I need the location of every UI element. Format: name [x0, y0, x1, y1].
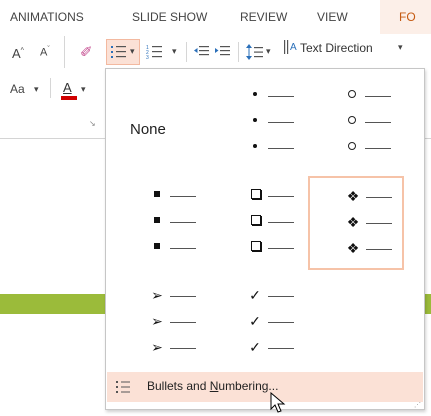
bullets-list-icon	[116, 381, 130, 393]
chevron-down-icon: ▾	[34, 84, 39, 94]
font-color-swatch	[61, 96, 77, 100]
bullets-and-numbering-menu-item[interactable]: Bullets and Numbering...	[107, 372, 423, 402]
chevron-down-icon: ▾	[130, 46, 135, 56]
star-bullet-icon: ❖	[346, 188, 360, 204]
text-line	[268, 96, 294, 97]
ribbon-separator	[64, 36, 65, 68]
font-color-button[interactable]: A ▾	[60, 78, 88, 102]
bullet-style-filled-square[interactable]	[116, 179, 208, 265]
change-case-label: Aa	[10, 82, 25, 96]
bullet-style-hollow-round[interactable]	[311, 81, 403, 167]
font-color-icon: A	[63, 80, 72, 95]
text-direction-label: Text Direction	[300, 41, 373, 55]
chevron-down-icon: ▾	[398, 42, 403, 52]
bullets-button[interactable]: ▾	[106, 39, 140, 65]
arrow-bullet-icon: ➢	[151, 339, 163, 355]
chevron-down-icon: ▾	[81, 84, 86, 94]
checkmark-bullet-icon: ✓	[249, 287, 261, 303]
hollow-square-bullet-icon	[251, 215, 261, 225]
text-line	[365, 122, 391, 123]
text-direction-button[interactable]: A Text Direction ▾	[283, 38, 423, 60]
text-line	[365, 148, 391, 149]
filled-round-bullet-icon	[253, 92, 257, 96]
mouse-pointer-icon	[270, 392, 286, 413]
font-dialog-launcher-icon[interactable]: ↘	[89, 119, 96, 128]
text-line	[366, 197, 392, 198]
bullet-style-hollow-square[interactable]	[214, 179, 306, 265]
bullet-style-star-selected[interactable]: ❖ ❖ ❖	[308, 176, 404, 270]
hollow-round-bullet-icon	[348, 90, 356, 98]
footer-label-suffix: umbering...	[218, 379, 279, 393]
bullet-style-filled-round[interactable]	[214, 81, 306, 167]
bullet-style-checkmark[interactable]: ✓ ✓ ✓	[214, 281, 306, 367]
line-spacing-icon[interactable]	[246, 44, 264, 60]
ribbon-separator	[238, 42, 239, 62]
text-line	[170, 196, 196, 197]
hollow-square-bullet-icon	[251, 189, 261, 199]
change-case-button[interactable]: Aa	[10, 82, 25, 96]
text-line	[268, 196, 294, 197]
tab-format[interactable]: FO	[399, 10, 416, 24]
checkmark-bullet-icon: ✓	[249, 339, 261, 355]
text-line	[268, 348, 294, 349]
text-line	[170, 222, 196, 223]
text-line	[268, 122, 294, 123]
grow-font-icon[interactable]: A^	[12, 46, 24, 61]
numbered-list-icon: 1 2 3	[146, 45, 162, 60]
filled-square-bullet-icon	[154, 217, 160, 223]
tab-view[interactable]: VIEW	[317, 10, 348, 24]
text-line	[366, 249, 392, 250]
text-line	[170, 296, 196, 297]
tab-animations[interactable]: ANIMATIONS	[10, 10, 84, 24]
text-line	[365, 96, 391, 97]
arrow-bullet-icon: ➢	[151, 313, 163, 329]
star-bullet-icon: ❖	[346, 240, 360, 256]
tab-review[interactable]: REVIEW	[240, 10, 287, 24]
text-line	[268, 248, 294, 249]
tab-slide-show[interactable]: SLIDE SHOW	[132, 10, 207, 24]
ribbon-separator	[50, 78, 51, 98]
bullet-style-arrow[interactable]: ➢ ➢ ➢	[116, 281, 208, 367]
ribbon-tab-bar: ANIMATIONS SLIDE SHOW REVIEW VIEW FO	[0, 0, 431, 34]
ribbon-separator	[186, 42, 187, 62]
arrow-bullet-icon: ➢	[151, 287, 163, 303]
bullet-library-dropdown: None ❖ ❖ ❖ ➢ ➢ ➢ ✓ ✓ ✓ Bullets and Numbe…	[105, 68, 425, 410]
filled-square-bullet-icon	[154, 243, 160, 249]
resize-grip-icon[interactable]: ⋰	[414, 402, 422, 409]
svg-text:A: A	[290, 42, 297, 53]
bullet-style-none[interactable]: None	[116, 77, 208, 163]
text-direction-icon: A	[284, 40, 297, 54]
text-line	[170, 322, 196, 323]
hollow-round-bullet-icon	[348, 116, 356, 124]
star-bullet-icon: ❖	[346, 214, 360, 230]
text-line	[170, 348, 196, 349]
filled-round-bullet-icon	[253, 144, 257, 148]
slide-accent-bar	[0, 294, 110, 314]
text-line	[268, 296, 294, 297]
numbering-button[interactable]: 1 2 3 ▾	[144, 40, 180, 64]
hollow-square-bullet-icon	[251, 241, 261, 251]
text-line	[268, 322, 294, 323]
checkmark-bullet-icon: ✓	[249, 313, 261, 329]
none-label: None	[130, 121, 166, 138]
clear-formatting-icon[interactable]: ✐	[80, 43, 93, 61]
svg-text:3: 3	[146, 55, 149, 60]
bullets-list-icon	[111, 46, 126, 58]
filled-round-bullet-icon	[253, 118, 257, 122]
powerpoint-window: ANIMATIONS SLIDE SHOW REVIEW VIEW FO A^ …	[0, 0, 431, 416]
decrease-indent-icon[interactable]	[194, 45, 210, 59]
chevron-down-icon: ▾	[172, 46, 177, 56]
text-line	[268, 222, 294, 223]
hollow-round-bullet-icon	[348, 142, 356, 150]
chevron-down-icon: ▾	[266, 46, 271, 56]
text-line	[170, 248, 196, 249]
shrink-font-icon[interactable]: Aˇ	[40, 46, 50, 59]
footer-label-prefix: Bullets and	[147, 379, 210, 393]
increase-indent-icon[interactable]	[215, 45, 231, 59]
bullets-and-numbering-label: Bullets and Numbering...	[147, 379, 278, 393]
text-line	[268, 148, 294, 149]
text-line	[366, 223, 392, 224]
filled-square-bullet-icon	[154, 191, 160, 197]
